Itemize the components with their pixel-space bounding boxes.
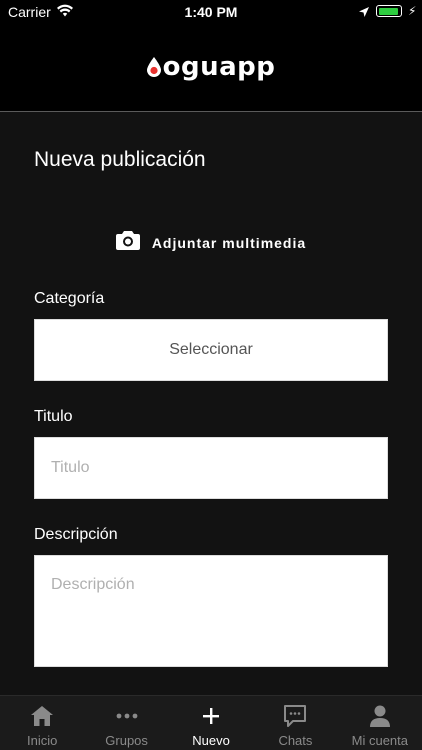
location-icon xyxy=(358,5,370,21)
more-dots-icon xyxy=(116,703,138,729)
tab-grupos[interactable]: Grupos xyxy=(84,696,168,750)
chat-icon xyxy=(283,703,307,729)
title-label: Titulo xyxy=(34,408,73,425)
tab-bar: Inicio Grupos Nuevo Chats Mi cuenta xyxy=(0,695,422,750)
description-label: Descripción xyxy=(34,526,118,543)
attach-media-button[interactable]: Adjuntar multimedia xyxy=(0,230,422,255)
home-icon xyxy=(31,703,54,729)
person-icon xyxy=(369,703,390,729)
tab-mi-cuenta[interactable]: Mi cuenta xyxy=(338,696,422,750)
camera-icon xyxy=(115,230,140,255)
tab-inicio-label: Inicio xyxy=(27,733,58,748)
battery-icon xyxy=(376,5,402,17)
title-placeholder: Titulo xyxy=(51,459,90,476)
category-select-value: Seleccionar xyxy=(169,341,253,358)
tab-inicio[interactable]: Inicio xyxy=(0,696,84,750)
logo-text: oguapp xyxy=(162,52,276,82)
tab-chats-label: Chats xyxy=(278,733,313,748)
status-bar: Carrier 1:40 PM ⚡ xyxy=(0,0,422,24)
category-select[interactable]: Seleccionar xyxy=(34,319,388,381)
attach-media-label: Adjuntar multimedia xyxy=(151,234,307,251)
tab-nuevo-label: Nuevo xyxy=(192,733,230,748)
app-logo: oguapp xyxy=(0,52,422,82)
logo-drop-icon xyxy=(146,54,161,77)
tab-mi-cuenta-label: Mi cuenta xyxy=(351,733,409,748)
plus-icon xyxy=(203,703,220,729)
category-label: Categoría xyxy=(34,290,105,307)
app-header: Carrier 1:40 PM ⚡ oguapp xyxy=(0,0,422,112)
tab-nuevo[interactable]: Nuevo xyxy=(169,696,253,750)
tab-grupos-label: Grupos xyxy=(105,733,148,748)
description-textarea[interactable]: Descripción xyxy=(34,555,388,667)
tab-chats[interactable]: Chats xyxy=(253,696,337,750)
description-placeholder: Descripción xyxy=(51,576,135,593)
page-title: Nueva publicación xyxy=(34,148,206,171)
charging-icon: ⚡ xyxy=(408,4,417,18)
title-input[interactable]: Titulo xyxy=(34,437,388,499)
